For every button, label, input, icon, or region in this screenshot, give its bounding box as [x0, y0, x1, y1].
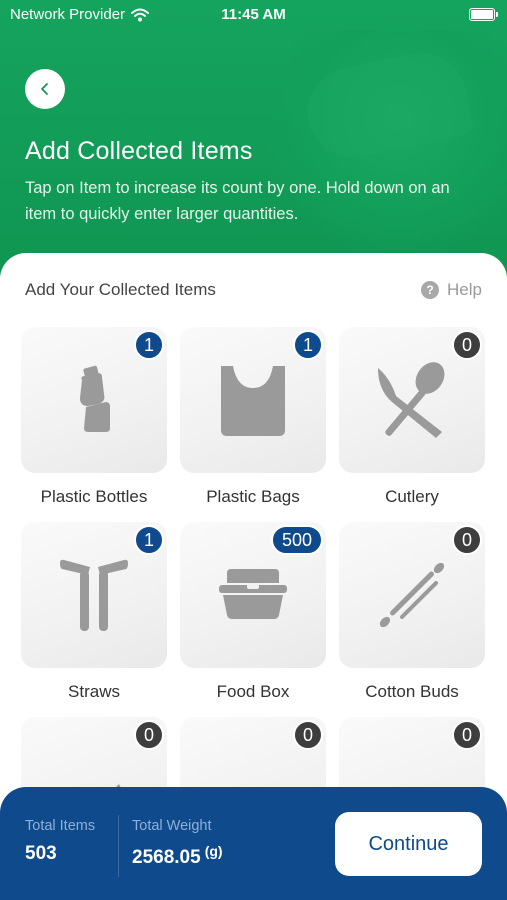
item-cotton-buds[interactable]: 0 Cotton Buds [339, 522, 485, 717]
summary-bar: Total Items 503 Total Weight 2568.05 (g) … [0, 787, 507, 900]
help-label: Help [447, 280, 482, 299]
item-plastic-bags[interactable]: 1 Plastic Bags [180, 327, 326, 522]
straws-icon [60, 559, 128, 631]
total-weight-value-row: 2568.05 (g) [132, 843, 223, 869]
item-count-badge: 1 [293, 330, 323, 360]
total-weight-label: Total Weight [132, 818, 212, 834]
page-title: Add Collected Items [25, 137, 253, 165]
item-count-badge: 500 [270, 525, 323, 555]
item-count-badge: 0 [293, 720, 323, 750]
item-label: Cotton Buds [365, 682, 459, 701]
total-items-value: 503 [25, 843, 57, 864]
weight-unit: (g) [204, 843, 223, 859]
item-label: Food Box [216, 682, 290, 701]
item-count-badge: 0 [452, 330, 482, 360]
continue-button[interactable]: Continue [335, 812, 482, 876]
item-straws[interactable]: 1 Straws [21, 522, 167, 717]
summary-divider [118, 815, 119, 877]
chevron-left-icon [41, 83, 48, 95]
page-subtitle: Tap on Item to increase its count by one… [25, 179, 450, 223]
plastic-bottle-icon [80, 365, 110, 432]
total-items-stat: Total Items 503 [25, 818, 95, 865]
battery-icon [469, 8, 498, 21]
item-count-badge: 0 [452, 525, 482, 555]
item-label: Plastic Bottles [40, 487, 148, 506]
question-circle-icon: ? [421, 281, 440, 299]
cotton-buds-icon [379, 562, 445, 628]
food-box-icon [219, 569, 287, 619]
total-weight-stat: Total Weight 2568.05 (g) [132, 818, 223, 869]
help-button[interactable]: ? Help [421, 280, 482, 300]
total-items-label: Total Items [25, 818, 96, 834]
item-count-badge: 1 [134, 330, 164, 360]
section-title: Add Your Collected Items [25, 280, 216, 299]
item-count-badge: 0 [452, 720, 482, 750]
header: Add Collected Items Tap on Item to incre… [0, 0, 507, 290]
status-bar: Network Provider 11:45 AM [0, 0, 507, 28]
status-time: 11:45 AM [221, 6, 286, 23]
item-label: Straws [68, 682, 120, 701]
item-food-box[interactable]: 500 Food Box [180, 522, 326, 717]
cutlery-icon [378, 362, 445, 438]
item-plastic-bottles[interactable]: 1 Plastic Bottles [21, 327, 167, 522]
back-button[interactable] [25, 69, 65, 109]
plastic-bag-icon [221, 366, 285, 436]
item-label: Plastic Bags [206, 487, 300, 506]
item-cutlery[interactable]: 0 Cutlery [339, 327, 485, 522]
item-count-badge: 1 [134, 525, 164, 555]
item-label: Cutlery [385, 487, 439, 506]
item-count-badge: 0 [134, 720, 164, 750]
total-weight-value: 2568.05 [132, 847, 201, 868]
